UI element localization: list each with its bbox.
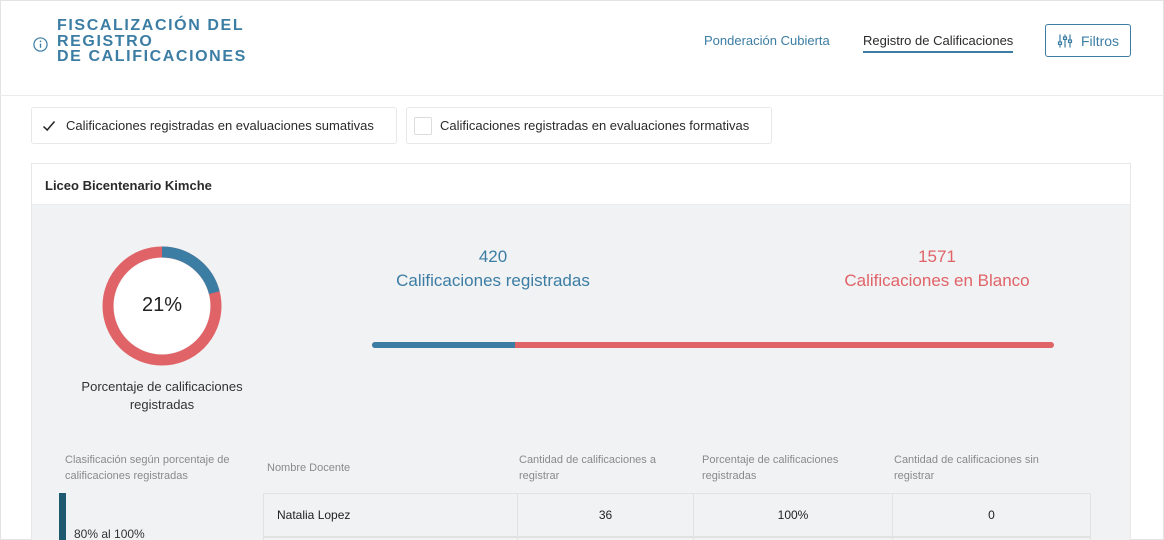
check-summative[interactable]: Calificaciones registradas en evaluacion…: [31, 107, 397, 144]
to-register-cell: 36: [517, 493, 694, 537]
tab-ponderacion-cubierta[interactable]: Ponderación Cubierta: [704, 33, 830, 52]
page-title: FISCALIZACIÓN DEL REGISTRO DE CALIFICACI…: [57, 18, 277, 65]
school-panel-header: Liceo Bicentenario Kimche: [32, 164, 1130, 205]
col-header-classification: Clasificación según porcentaje de califi…: [65, 454, 230, 482]
registered-count: 420: [478, 247, 508, 266]
page-header: FISCALIZACIÓN DEL REGISTRO DE CALIFICACI…: [0, 0, 1164, 96]
classification-cell: 80% al 100%: [59, 493, 263, 540]
checkmark-icon: [42, 120, 56, 131]
col-header-to-register: Cantidad de calificaciones a registrar: [519, 454, 656, 482]
school-name: Liceo Bicentenario Kimche: [45, 178, 212, 193]
check-formative[interactable]: Calificaciones registradas en evaluacion…: [406, 107, 772, 144]
col-header-teacher: Nombre Docente: [267, 462, 351, 474]
school-panel: Liceo Bicentenario Kimche 21% Porcentaje…: [31, 163, 1131, 540]
info-icon[interactable]: [33, 37, 48, 52]
filters-button[interactable]: Filtros: [1045, 24, 1131, 57]
blank-stat: 1571 Calificaciones en Blanco: [832, 247, 1042, 291]
page-title-line: DE CALIFICACIONES: [57, 48, 247, 65]
registered-label: Calificaciones registradas: [396, 271, 590, 290]
tab-registro-calificaciones[interactable]: Registro de Calificaciones: [863, 33, 1014, 53]
registered-stat: 420 Calificaciones registradas: [388, 247, 598, 291]
donut-percent-label: 21%: [141, 294, 183, 316]
percent-cell: 100%: [693, 493, 893, 537]
sliders-icon: [1057, 34, 1073, 47]
classification-label: 80% al 100%: [74, 527, 145, 540]
unregistered-cell: 0: [892, 493, 1091, 537]
table-row: 80% al 100% Natalia Lopez 36 100% 0: [59, 493, 1091, 540]
col-header-unregistered: Cantidad de calificaciones sin registrar: [894, 454, 1039, 482]
col-header-percent: Porcentaje de calificaciones registradas: [702, 454, 839, 482]
registered-progress-fill: [372, 342, 516, 348]
page-title-line: REGISTRO: [57, 32, 154, 50]
donut-caption: Porcentaje de calificaciones registradas: [81, 379, 243, 412]
blank-label: Calificaciones en Blanco: [844, 271, 1030, 290]
filters-button-label: Filtros: [1080, 32, 1120, 49]
page-title-line: FISCALIZACIÓN DEL: [57, 17, 245, 34]
registered-progress-bar: [372, 342, 1054, 348]
checkbox-empty-icon[interactable]: [414, 116, 432, 135]
blank-count: 1571: [918, 247, 956, 266]
check-summative-label: Calificaciones registradas en evaluacion…: [66, 118, 374, 133]
check-formative-label: Calificaciones registradas en evaluacion…: [440, 118, 750, 133]
teacher-cell: Natalia Lopez: [263, 493, 518, 537]
